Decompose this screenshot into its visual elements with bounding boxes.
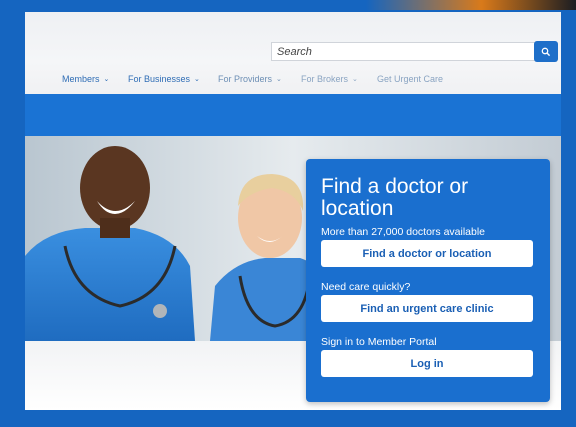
site-header: Search Members ⌄ For Businesses ⌄ For Prov… — [25, 12, 561, 94]
corner-accent-image — [366, 0, 576, 10]
chevron-down-icon: ⌄ — [276, 76, 282, 83]
find-doctor-button[interactable]: Find a doctor or location — [321, 240, 533, 267]
find-doctor-panel: Find a doctor or location More than 27,0… — [306, 159, 550, 402]
doctors-available-text: More than 27,000 doctors available — [321, 226, 486, 238]
nav-item-label: Get Urgent Care — [377, 74, 444, 84]
browser-page: Search Members ⌄ For Businesses ⌄ For Prov… — [25, 12, 561, 410]
search-icon — [541, 47, 551, 56]
search-input[interactable]: Search — [271, 42, 537, 61]
chevron-down-icon: ⌄ — [194, 76, 200, 83]
nav-item-label: For Brokers — [301, 74, 349, 84]
nav-item-get-urgent-care[interactable]: Get Urgent Care — [377, 74, 443, 84]
nav-item-members[interactable]: Members ⌄ — [62, 74, 109, 84]
sign-in-text: Sign in to Member Portal — [321, 336, 437, 348]
urgent-care-button[interactable]: Find an urgent care clinic — [321, 295, 533, 322]
panel-title: Find a doctor or location — [321, 175, 469, 220]
search-button[interactable] — [534, 41, 558, 62]
chevron-down-icon: ⌄ — [352, 76, 358, 83]
nav-item-label: Members — [62, 74, 100, 84]
nav-item-for-businesses[interactable]: For Businesses ⌄ — [128, 74, 200, 84]
nav-item-label: For Businesses — [128, 74, 191, 84]
blue-banner — [25, 94, 561, 136]
care-quickly-text: Need care quickly? — [321, 281, 411, 293]
login-button[interactable]: Log in — [321, 350, 533, 377]
nav-item-for-brokers[interactable]: For Brokers ⌄ — [301, 74, 358, 84]
chevron-down-icon: ⌄ — [103, 76, 110, 83]
nav-item-for-providers[interactable]: For Providers ⌄ — [218, 74, 282, 84]
main-nav: Members ⌄ For Businesses ⌄ For Providers ⌄ … — [25, 74, 561, 88]
nav-item-label: For Providers — [218, 74, 273, 84]
